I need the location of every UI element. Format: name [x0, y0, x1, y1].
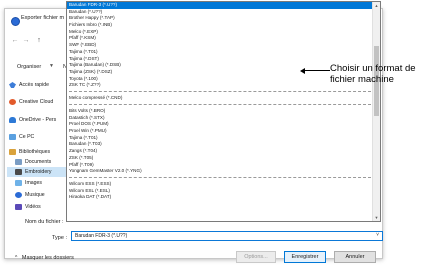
save-button[interactable]: Enregistrer — [284, 251, 326, 263]
dropdown-option[interactable]: Fichiers Inbro (*.INB) — [67, 22, 373, 29]
chevron-down-icon: ▼ — [49, 63, 54, 69]
dropdown-separator — [69, 176, 371, 179]
sidebar-item-label: Musique — [25, 192, 45, 198]
dropdown-option[interactable]: Datastich (*.STX) — [67, 115, 373, 122]
file-type-dropdown-list[interactable]: Barudan FDR-3 (*.U??) Barudan (*.U??) Brot… — [66, 1, 381, 222]
chevron-down-icon: ˅ — [376, 232, 379, 238]
sidebar-item-label: Images — [25, 180, 43, 186]
dropdown-separator — [69, 103, 371, 106]
up-arrow-icon[interactable]: ↑ — [35, 37, 43, 44]
sidebar-item-label: Embroidery — [25, 169, 52, 175]
dropdown-option[interactable]: Barudan (*.T03) — [67, 141, 373, 148]
creative-cloud-icon — [9, 99, 16, 105]
sidebar-item-creative-cloud[interactable]: Creative Cloud — [9, 97, 53, 107]
dropdown-option[interactable]: Melco (*.EXP) — [67, 29, 373, 36]
dropdown-option[interactable]: Brother Happy (*.TAP) — [67, 15, 373, 22]
file-type-value: Barudan FDR-3 (*.U??) — [75, 233, 128, 239]
dropdown-option[interactable]: Tajima (*.T01) — [67, 49, 373, 56]
sidebar-item-images[interactable]: Images — [15, 178, 42, 188]
dropdown-option[interactable]: Zangs (*.T04) — [67, 148, 373, 155]
sidebar-item-label: Creative Cloud — [19, 99, 54, 105]
dropdown-option[interactable]: ZSK (*.T05) — [67, 155, 373, 162]
dialog-title: Exporter fichier m — [21, 15, 65, 21]
back-arrow-icon[interactable]: ← — [11, 37, 19, 44]
music-icon — [15, 192, 22, 198]
sidebar-item-label: OneDrive - Pers — [19, 117, 57, 123]
dropdown-option[interactable]: Proel DOS (*.PUM) — [67, 121, 373, 128]
dropdown-option[interactable]: Proel Win (*.PMU) — [67, 128, 373, 135]
dropdown-separator — [69, 90, 371, 93]
dropdown-option[interactable]: Yongnam GemMaster V2.0 (*.YNG) — [67, 168, 373, 175]
sidebar-item-onedrive[interactable]: OneDrive - Pers — [9, 115, 56, 125]
forward-arrow-icon[interactable]: → — [22, 37, 30, 44]
hide-folders-toggle[interactable]: ^ Masquer les dossiers — [15, 255, 74, 261]
dropdown-option[interactable]: Melco compressé (*.CND) — [67, 95, 373, 102]
dropdown-option[interactable]: Toyota (*.100) — [67, 76, 373, 83]
dropdown-option[interactable]: Tajima (*.DST) — [67, 56, 373, 63]
pin-icon — [9, 82, 16, 88]
dropdown-option[interactable]: Barudan FDR-3 (*.U??) — [67, 2, 373, 9]
file-type-select[interactable]: Barudan FDR-3 (*.U??) ˅ — [71, 231, 383, 241]
dropdown-option[interactable]: Bits Volts (*.BRO) — [67, 108, 373, 115]
callout-leader-line — [304, 70, 330, 71]
organize-button[interactable]: Organiser — [17, 64, 41, 70]
dropdown-option[interactable]: Wilcom ESS (*.ESS) — [67, 181, 373, 188]
dropdown-options: Barudan FDR-3 (*.U??) Barudan (*.U??) Brot… — [67, 2, 373, 201]
sidebar-item-music[interactable]: Musique — [15, 190, 45, 200]
scroll-up-icon[interactable]: ▲ — [373, 2, 380, 9]
sidebar-item-label: Bibliothèques — [19, 149, 51, 155]
sidebar-item-videos[interactable]: Vidéos — [15, 202, 41, 212]
sidebar-item-label: Documents — [25, 159, 52, 165]
sidebar-item-label: Ce PC — [19, 134, 35, 140]
sidebar-item-quick-access[interactable]: Accès rapide — [9, 80, 49, 90]
chevron-up-icon: ^ — [15, 255, 18, 261]
sidebar-item-documents[interactable]: Documents — [15, 157, 51, 167]
images-icon — [15, 180, 22, 186]
dropdown-option[interactable]: Tajima (Barudan) (*.DSB) — [67, 62, 373, 69]
dropdown-option[interactable]: Barudan (*.U??) — [67, 9, 373, 16]
sidebar-item-this-pc[interactable]: Ce PC — [9, 132, 34, 142]
dropdown-option[interactable]: Wilcom ESL (*.ESL) — [67, 188, 373, 195]
type-label: Type : — [52, 235, 67, 241]
dropdown-option[interactable]: Hiraoka DAT (*.DAT) — [67, 194, 373, 201]
app-icon — [11, 17, 20, 26]
sidebar-item-embroidery[interactable]: Embroidery — [7, 167, 69, 177]
scroll-down-icon[interactable]: ▼ — [373, 214, 380, 221]
options-button[interactable]: Options... — [236, 251, 276, 263]
dropdown-option[interactable]: Pfaff (*.KSM) — [67, 35, 373, 42]
dropdown-option[interactable]: SWF (*.EBD) — [67, 42, 373, 49]
cancel-button[interactable]: Annuler — [334, 251, 376, 263]
sidebar-item-libraries[interactable]: Bibliothèques — [9, 147, 50, 157]
embroidery-icon — [15, 169, 22, 175]
dropdown-scrollbar[interactable]: ▲ ▼ — [372, 2, 380, 221]
sidebar: Accès rapide Creative Cloud OneDrive - P… — [5, 75, 69, 235]
dropdown-option[interactable]: ZSK TC (*.Z??) — [67, 82, 373, 89]
sidebar-item-label: Vidéos — [25, 204, 41, 210]
library-icon — [9, 149, 16, 155]
videos-icon — [15, 204, 22, 210]
onedrive-icon — [9, 117, 16, 123]
sidebar-item-label: Accès rapide — [19, 82, 49, 88]
callout-text: Choisir un format de fichier machine — [330, 63, 416, 85]
hide-folders-label: Masquer les dossiers — [21, 255, 74, 261]
dropdown-option[interactable]: Tajima (*.T01) — [67, 135, 373, 142]
computer-icon — [9, 134, 16, 140]
dropdown-option[interactable]: Pfaff (*.T09) — [67, 162, 373, 169]
documents-icon — [15, 159, 22, 165]
filename-label: Nom du fichier : — [25, 219, 64, 225]
